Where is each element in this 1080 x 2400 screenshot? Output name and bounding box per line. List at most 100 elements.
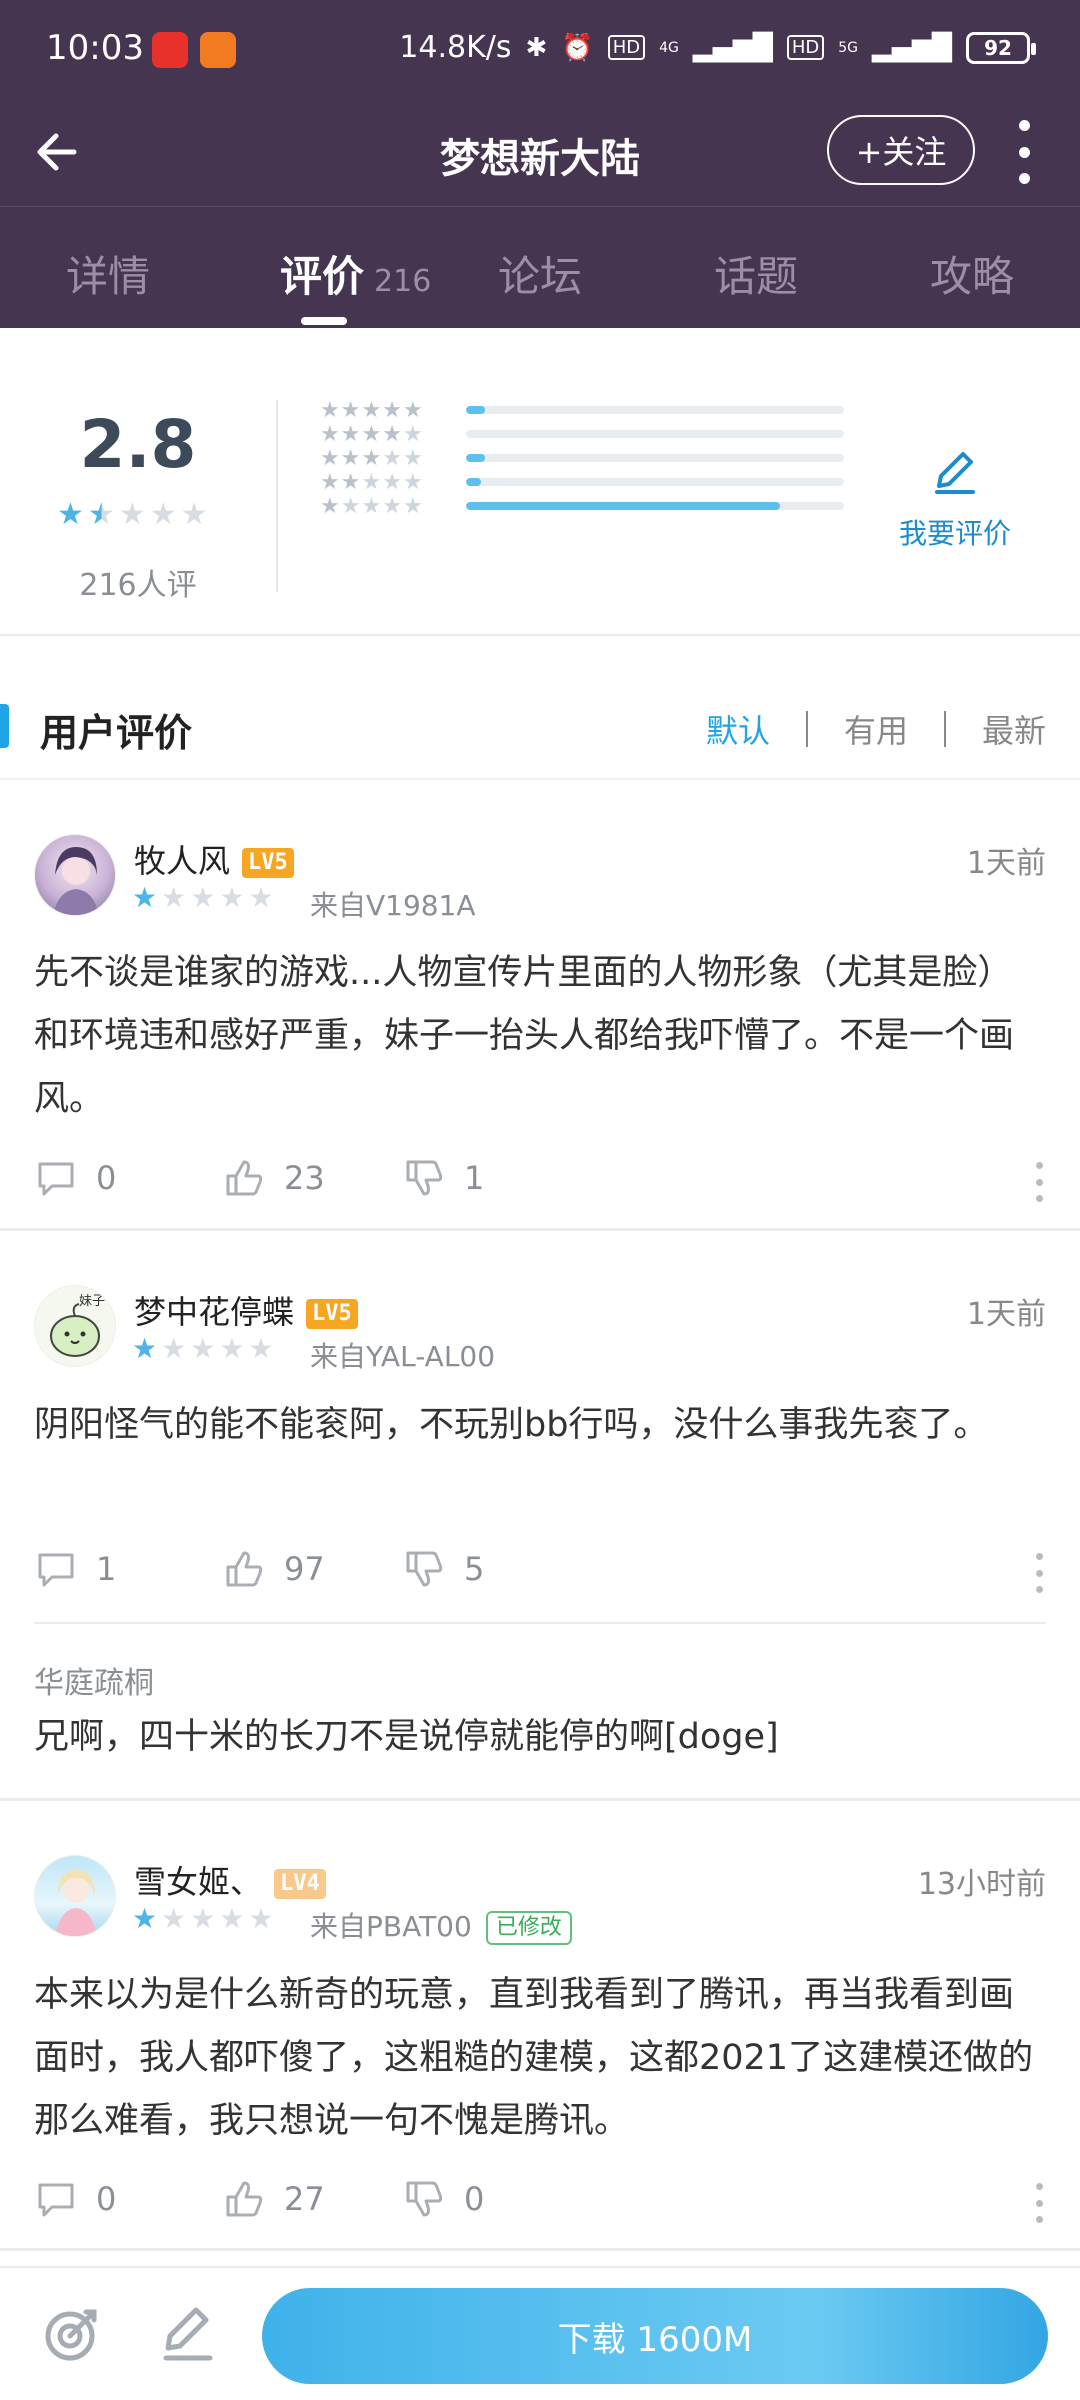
dislike-button[interactable]: 5 — [402, 1547, 484, 1591]
thumbs-up-icon — [226, 1160, 263, 1196]
tab-bar: 详情 评价 216 论坛 话题 攻略 — [0, 206, 1080, 328]
star-half-icon: ★ — [87, 497, 115, 532]
review-more-icon[interactable] — [1036, 1553, 1046, 1593]
hd-icon-2: HD — [786, 35, 825, 60]
thumbs-down-icon — [406, 1551, 443, 1587]
level-badge: LV5 — [242, 848, 294, 878]
reply-text: 兄啊，四十米的长刀不是说停就能停的啊[doge] — [34, 1717, 779, 1757]
bottom-action-bar: 下载 1600M — [0, 2266, 1080, 2400]
hd-icon: HD — [607, 35, 646, 60]
distribution-bar — [466, 502, 844, 510]
avatar[interactable]: 妹子 — [34, 1285, 116, 1367]
review-star-rating: ★ ★ ★ ★ ★ — [132, 1335, 274, 1363]
comment-button[interactable]: 1 — [34, 1547, 116, 1591]
star-empty-icon: ★ — [180, 497, 208, 532]
avatar[interactable] — [34, 834, 116, 916]
section-title: 用户评价 — [40, 711, 193, 755]
star-icon: ★ — [132, 881, 158, 914]
tab-forum[interactable]: 论坛 — [498, 243, 582, 304]
distribution-bar-fill — [466, 454, 485, 462]
star-empty-icon: ★ — [190, 1332, 216, 1365]
star-empty-icon: ★ — [149, 497, 177, 532]
level-badge: LV5 — [306, 1299, 358, 1329]
like-button[interactable]: 23 — [222, 1156, 325, 1200]
review-divider — [0, 2248, 1080, 2251]
write-review-button[interactable]: 我要评价 — [880, 446, 1030, 552]
avatar-image — [53, 847, 99, 915]
review-actions: 0 23 1 — [34, 1156, 1046, 1208]
distribution-stars-icon: ★★★★★ — [320, 445, 424, 471]
review-username[interactable]: 梦中花停蝶 LV5 — [134, 1287, 358, 1333]
username-text: 牧人风 — [134, 842, 231, 880]
network-speed: 14.8K/s — [399, 30, 512, 65]
like-button[interactable]: 27 — [222, 2177, 325, 2221]
follow-button[interactable]: +关注 — [827, 115, 975, 185]
dislike-button[interactable]: 1 — [402, 1156, 484, 1200]
tab-details[interactable]: 详情 — [66, 243, 150, 304]
comment-count: 0 — [96, 2180, 117, 2218]
tab-details-label: 详情 — [66, 252, 151, 301]
review-item: 雪女姬、 LV4 13小时前 ★ ★ ★ ★ ★ 来自PBAT00 已修改 本来以为… — [0, 1801, 1080, 2251]
review-actions: 1 97 5 — [34, 1547, 1046, 1599]
username-text: 雪女姬、 — [134, 1863, 263, 1901]
review-time: 13小时前 — [917, 1867, 1046, 1902]
sort-latest[interactable]: 最新 — [982, 706, 1046, 752]
review-username[interactable]: 牧人风 LV5 — [134, 836, 294, 882]
like-count: 27 — [284, 2180, 325, 2218]
review-content[interactable]: 阴阳怪气的能不能衮阿，不玩别bb行吗，没什么事我先衮了。 — [34, 1394, 1046, 1457]
star-empty-icon: ★ — [161, 1902, 187, 1935]
tab-reviews[interactable]: 评价 216 — [280, 243, 431, 304]
network-type-label-2: 5G — [838, 39, 859, 56]
comment-icon — [38, 2183, 74, 2217]
review-content[interactable]: 本来以为是什么新奇的玩意，直到我看到了腾讯，再当我看到画面时，我人都吓傻了，这粗… — [34, 1964, 1046, 2153]
like-count: 23 — [284, 1159, 325, 1197]
star-icon: ★ — [132, 1902, 158, 1935]
distribution-bar-fill — [466, 502, 780, 510]
tab-guides[interactable]: 攻略 — [930, 243, 1014, 304]
review-username[interactable]: 雪女姬、 LV4 — [134, 1857, 326, 1903]
review-more-icon[interactable] — [1036, 2183, 1046, 2223]
thumbs-up-icon — [226, 1551, 263, 1587]
avatar[interactable] — [34, 1855, 116, 1937]
review-content[interactable]: 先不谈是谁家的游戏...人物宣传片里面的人物形象（尤其是脸）和环境违和感好严重，… — [34, 942, 1046, 1131]
dislike-count: 1 — [464, 1159, 485, 1197]
star-empty-icon: ★ — [161, 881, 187, 914]
section-accent-bar — [0, 704, 9, 748]
comment-button[interactable]: 0 — [34, 1156, 116, 1200]
mi-notification-icon — [200, 32, 236, 68]
tab-guides-label: 攻略 — [930, 252, 1015, 301]
review-more-icon[interactable] — [1036, 1162, 1046, 1202]
star-empty-icon: ★ — [248, 1332, 274, 1365]
target-icon[interactable] — [40, 2302, 104, 2366]
more-options-icon[interactable] — [1012, 120, 1036, 184]
tab-forum-label: 论坛 — [498, 252, 583, 301]
download-button[interactable]: 下载 1600M — [262, 2288, 1048, 2384]
write-review-label: 我要评价 — [898, 517, 1011, 550]
sort-separator — [943, 711, 946, 747]
rater-count: 216人评 — [79, 568, 197, 603]
distribution-bar-fill — [466, 478, 482, 486]
review-star-rating: ★ ★ ★ ★ ★ — [132, 1905, 274, 1933]
tab-topics[interactable]: 话题 — [714, 243, 798, 304]
sort-default[interactable]: 默认 — [706, 706, 770, 752]
comment-count: 0 — [96, 1159, 117, 1197]
review-time: 1天前 — [966, 1297, 1046, 1332]
distribution-bar-fill — [466, 406, 485, 414]
thumbs-down-icon — [406, 2181, 443, 2217]
dislike-count: 0 — [464, 2180, 485, 2218]
user-reviews-header: 用户评价 默认 有用 最新 — [0, 670, 1080, 780]
sort-useful[interactable]: 有用 — [844, 706, 908, 752]
edit-icon[interactable] — [156, 2302, 220, 2366]
distribution-stars-icon: ★★★★★ — [320, 421, 424, 447]
comment-button[interactable]: 0 — [34, 2177, 116, 2221]
distribution-row-4-star: ★★★★★ — [320, 421, 844, 447]
sort-separator — [805, 711, 808, 747]
review-actions: 0 27 0 — [34, 2177, 1046, 2229]
like-button[interactable]: 97 — [222, 1547, 325, 1591]
thumbs-up-icon — [226, 2181, 263, 2217]
status-bar: 10:03 14.8K/s ✱ ⏰ HD 4G ▂▄▆█ HD 5G ▂▄▆█ … — [0, 0, 1080, 100]
reply-preview[interactable]: 华庭疏桐 兄啊，四十米的长刀不是说停就能停的啊[doge] — [34, 1622, 1046, 1782]
dislike-button[interactable]: 0 — [402, 2177, 484, 2221]
bluetooth-icon: ✱ — [525, 32, 548, 63]
star-empty-icon: ★ — [248, 1902, 274, 1935]
